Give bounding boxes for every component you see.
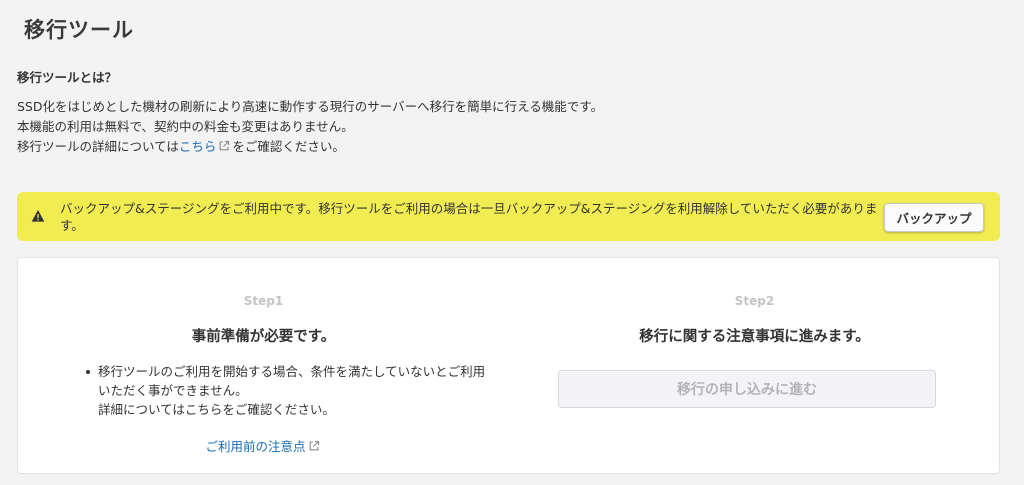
backup-button[interactable]: バックアップ <box>884 203 984 232</box>
steps-card: Step1 事前準備が必要です。 移行ツールのご利用を開始する場合、条件を満たし… <box>17 257 1000 474</box>
step1-link-row: ご利用前の注意点 <box>18 436 509 455</box>
precautions-link[interactable]: ご利用前の注意点 <box>205 439 321 454</box>
about-line-3-prefix: 移行ツールの詳細については <box>17 139 179 154</box>
step1-bullet-line-1: 移行ツールのご利用を開始する場合、条件を満たしていないとご利用いただく事ができま… <box>98 364 486 398</box>
alert-message: バックアップ&ステージングをご利用中です。移行ツールをご利用の場合は一旦バックア… <box>60 201 878 233</box>
step1-panel: Step1 事前準備が必要です。 移行ツールのご利用を開始する場合、条件を満たし… <box>18 258 509 473</box>
step2-panel: Step2 移行に関する注意事項に進みます。 移行の申し込みに進む <box>509 258 1000 473</box>
about-line-2: 本機能の利用は無料で、契約中の料金も変更はありません。 <box>17 119 354 134</box>
page: 移行ツール 移行ツールとは？ SSD化をはじめとした機材の刷新により高速に動作す… <box>0 0 1024 485</box>
about-line-3-suffix: をご確認ください。 <box>232 139 345 154</box>
about-heading: 移行ツールとは？ <box>17 70 118 85</box>
proceed-to-migration-button[interactable]: 移行の申し込みに進む <box>558 370 936 408</box>
step1-title: 事前準備が必要です。 <box>191 329 336 345</box>
about-line-3: 移行ツールの詳細についてはこちら をご確認ください。 <box>17 137 603 157</box>
about-line-1: SSD化をはじめとした機材の刷新により高速に動作する現行のサーバーへ移行を簡単に… <box>17 99 603 114</box>
step2-title: 移行に関する注意事項に進みます。 <box>639 329 870 345</box>
page-title: 移行ツール <box>24 18 134 42</box>
precautions-link-label: ご利用前の注意点 <box>205 439 306 454</box>
step2-label: Step2 <box>734 294 775 308</box>
external-link-icon <box>218 140 230 152</box>
step1-label: Step1 <box>243 294 284 308</box>
step1-requirements-list: 移行ツールのご利用を開始する場合、条件を満たしていないとご利用いただく事ができま… <box>84 362 494 419</box>
details-link-label: こちら <box>178 139 217 154</box>
details-link[interactable]: こちら <box>179 139 233 154</box>
step1-bullet-line-2: 詳細についてはこちらをご確認ください。 <box>98 402 335 417</box>
external-link-icon <box>308 440 320 452</box>
backup-warning-alert: バックアップ&ステージングをご利用中です。移行ツールをご利用の場合は一旦バックア… <box>17 192 1000 241</box>
about-description: SSD化をはじめとした機材の刷新により高速に動作する現行のサーバーへ移行を簡単に… <box>17 97 603 157</box>
list-item: 移行ツールのご利用を開始する場合、条件を満たしていないとご利用いただく事ができま… <box>84 362 494 419</box>
bullet-icon <box>86 370 90 374</box>
warning-icon <box>31 209 45 223</box>
